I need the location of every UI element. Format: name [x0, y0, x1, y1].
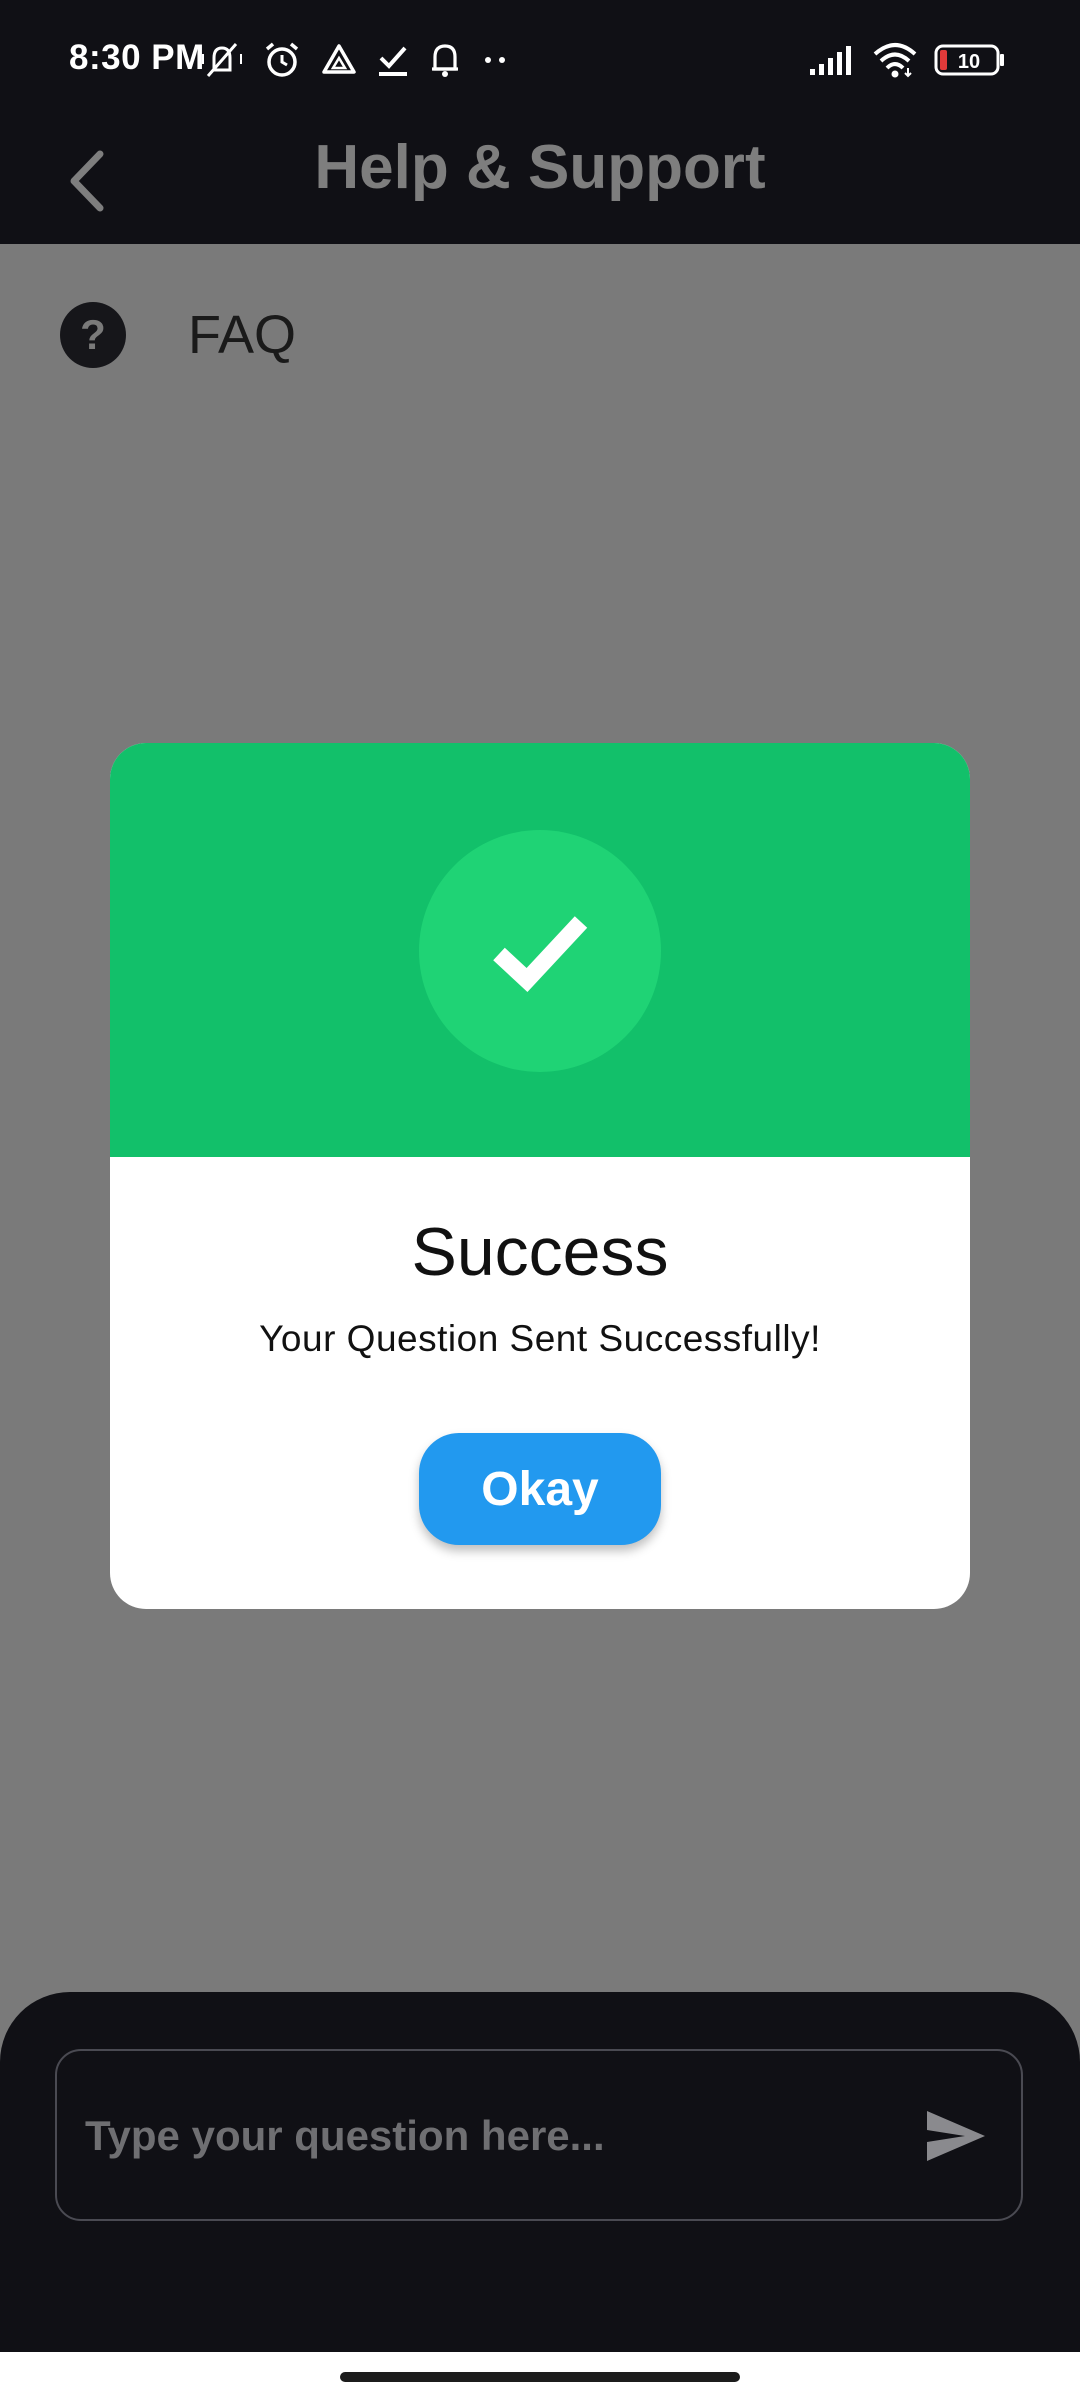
faq-label: FAQ: [188, 305, 297, 365]
question-panel: [0, 1992, 1080, 2352]
home-gesture-bar[interactable]: [340, 2372, 740, 2382]
wifi-icon: [873, 43, 917, 78]
battery-icon: 10: [934, 44, 1004, 76]
status-notification-icons: [200, 38, 528, 82]
send-button[interactable]: [921, 2101, 991, 2171]
app-bar: Help & Support: [0, 118, 1080, 244]
alarm-icon: [265, 42, 299, 77]
battery-level: 10: [958, 51, 980, 73]
dialog-message: Your Question Sent Successfully!: [259, 1318, 821, 1359]
help-circle-icon: ?: [60, 302, 126, 368]
chevron-left-icon: [70, 150, 104, 212]
mute-icon: [202, 43, 242, 77]
okay-button[interactable]: Okay: [419, 1433, 661, 1545]
drive-icon: [322, 44, 356, 74]
check-icon: [379, 46, 407, 76]
signal-icon: [810, 46, 851, 75]
more-dots-icon: [485, 57, 505, 63]
dialog-header: [110, 743, 970, 1157]
status-bar: 8:30 PM 10: [0, 0, 1080, 118]
checkmark-icon: [493, 916, 588, 993]
dialog-title: Success: [411, 1214, 669, 1290]
bell-icon: [432, 44, 458, 77]
success-badge: [419, 830, 661, 1072]
success-dialog: Success Your Question Sent Successfully!…: [110, 743, 970, 1609]
status-system-icons: 10: [792, 38, 1006, 82]
question-box: [55, 2049, 1023, 2221]
faq-item[interactable]: ? FAQ: [60, 300, 296, 370]
back-button[interactable]: [46, 136, 136, 226]
page-title: Help & Support: [314, 133, 766, 202]
send-icon: [927, 2111, 985, 2161]
navigation-area: [0, 2352, 1080, 2400]
status-time: 8:30 PM: [69, 38, 205, 77]
question-input[interactable]: [83, 2051, 887, 2221]
